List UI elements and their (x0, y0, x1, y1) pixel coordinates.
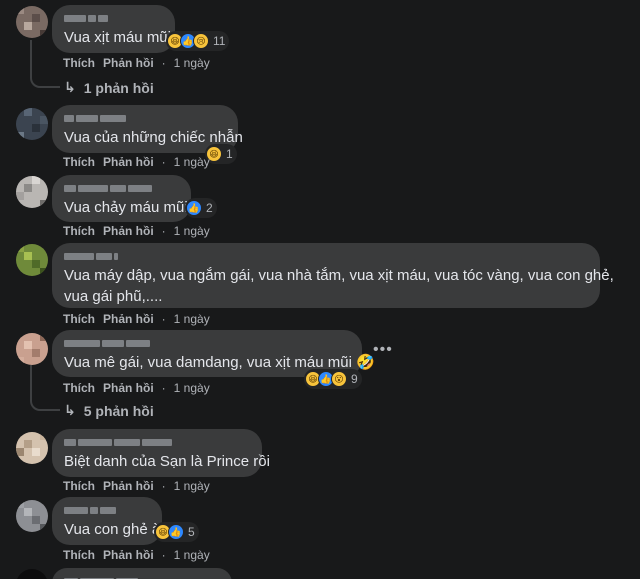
reply-link[interactable]: Phản hồi (103, 56, 154, 70)
like-link[interactable]: Thích (63, 224, 95, 238)
comment-time[interactable]: 1 ngày (174, 548, 210, 562)
like-reaction-icon: 👍 (168, 524, 184, 540)
like-link[interactable]: Thích (63, 548, 95, 562)
separator: · (161, 381, 166, 395)
avatar[interactable] (16, 108, 48, 140)
separator: · (161, 312, 166, 326)
like-link[interactable]: Thích (63, 155, 95, 169)
replies-count: 1 phản hồi (83, 79, 154, 96)
reply-link[interactable]: Phản hồi (103, 312, 154, 326)
comment-text: Biệt danh của Sạn là Prince rồi (64, 453, 270, 470)
like-reaction-icon: 👍 (186, 200, 202, 216)
reaction-count: 11 (213, 34, 226, 48)
comment-bubble: Vua máy dập, vua ngắm gái, vua nhà tắm, … (52, 243, 614, 308)
comment-time[interactable]: 1 ngày (174, 312, 210, 326)
like-link[interactable]: Thích (63, 312, 95, 326)
like-link[interactable]: Thích (63, 56, 95, 70)
commenter-name-blurred[interactable] (64, 12, 163, 24)
reply-link[interactable]: Phản hồi (103, 381, 154, 395)
separator: · (161, 479, 166, 493)
avatar[interactable] (16, 432, 48, 464)
replies-count: 5 phản hồi (83, 402, 154, 419)
separator: · (161, 155, 166, 169)
wow-reaction-icon: 😮 (331, 371, 347, 387)
view-replies-link[interactable]: ↳ 1 phản hồi (64, 79, 154, 96)
comment-time[interactable]: 1 ngày (174, 479, 210, 493)
reaction-summary[interactable]: 😆 👍 5 (154, 522, 199, 542)
comment-text-line-1: Vua máy dập, vua ngắm gái, vua nhà tắm, … (64, 267, 614, 284)
comment-bubble: Vua con ghẻ à (52, 497, 162, 545)
reply-arrow-icon: ↳ (64, 402, 76, 418)
commenter-name-blurred[interactable] (64, 182, 179, 194)
reply-link[interactable]: Phản hồi (103, 479, 154, 493)
comment-bubble: Vua chảy máu mũi (52, 175, 191, 222)
comment-text-line-2: vua gái phũ,.... (64, 288, 163, 305)
commenter-name-blurred[interactable] (64, 504, 150, 516)
reaction-count: 2 (206, 201, 213, 215)
reaction-summary[interactable]: 😆 1 (205, 144, 237, 164)
commenter-name-blurred[interactable] (64, 250, 588, 262)
comment-text: Vua chảy máu mũi (64, 199, 188, 216)
reply-arrow-icon: ↳ (64, 79, 76, 95)
commenter-name-blurred[interactable] (64, 436, 250, 448)
view-replies-link[interactable]: ↳ 5 phản hồi (64, 402, 154, 419)
separator: · (161, 548, 166, 562)
reply-link[interactable]: Phản hồi (103, 155, 154, 169)
thread-line (30, 40, 60, 88)
reaction-summary[interactable]: 😆 👍 😢 11 (166, 31, 230, 51)
reaction-count: 5 (188, 525, 195, 539)
reaction-summary[interactable]: 😆 👍 😮 9 (304, 369, 362, 389)
avatar[interactable] (16, 6, 48, 38)
commenter-name-blurred[interactable] (64, 112, 226, 124)
thread-line (30, 365, 60, 411)
reply-link[interactable]: Phản hồi (103, 548, 154, 562)
like-link[interactable]: Thích (63, 479, 95, 493)
comment-bubble: Biệt danh của Sạn là Prince rồi (52, 429, 270, 477)
like-link[interactable]: Thích (63, 381, 95, 395)
separator: · (161, 56, 166, 70)
separator: · (161, 224, 166, 238)
reaction-summary[interactable]: 👍 2 (185, 198, 217, 218)
comment-time[interactable]: 1 ngày (174, 381, 210, 395)
comment-time[interactable]: 1 ngày (174, 224, 210, 238)
comment-bubble: Vua xịt máu mũi (52, 5, 175, 53)
avatar[interactable] (16, 569, 48, 579)
avatar[interactable] (16, 333, 48, 365)
avatar[interactable] (16, 244, 48, 276)
comment-time[interactable]: 1 ngày (174, 56, 210, 70)
comment-text: Vua con ghẻ à (64, 521, 161, 538)
commenter-name-blurred[interactable] (64, 337, 350, 349)
sad-reaction-icon: 😢 (193, 33, 209, 49)
commenter-name-blurred[interactable] (64, 575, 220, 579)
reaction-count: 1 (226, 147, 233, 161)
reply-link[interactable]: Phản hồi (103, 224, 154, 238)
comment-time[interactable]: 1 ngày (174, 155, 210, 169)
comment-text: Vua xịt máu mũi (64, 29, 171, 46)
comment-text: Vua của những chiếc nhẫn (64, 129, 243, 146)
avatar[interactable] (16, 176, 48, 208)
comment-bubble (52, 568, 232, 579)
reaction-count: 9 (351, 372, 358, 386)
more-options-icon[interactable]: ••• (373, 341, 393, 359)
avatar[interactable] (16, 500, 48, 532)
